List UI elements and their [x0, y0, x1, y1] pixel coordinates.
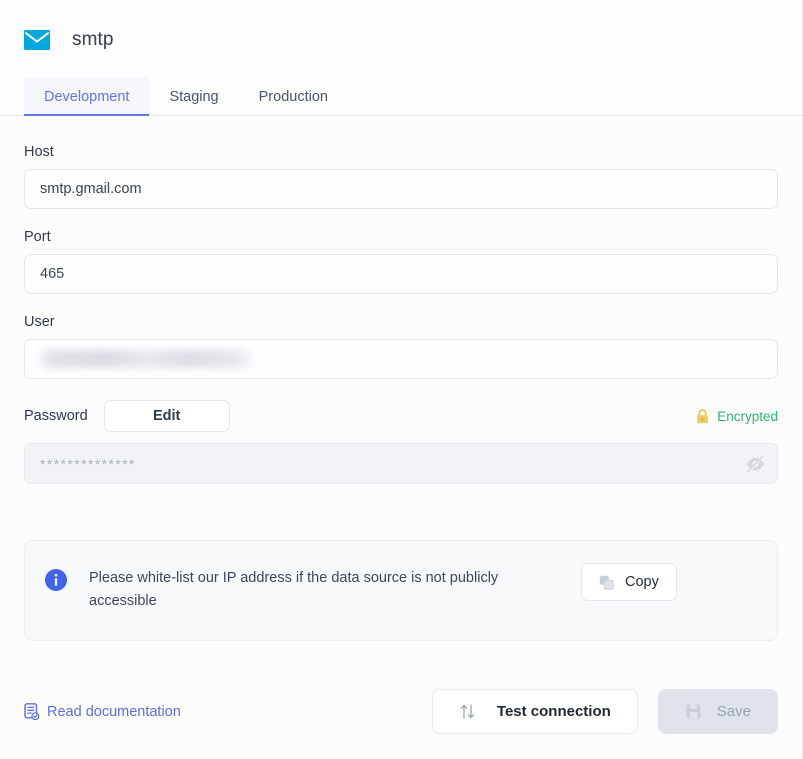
password-edit-button[interactable]: Edit	[104, 400, 230, 432]
copy-ip-button[interactable]: Copy	[581, 563, 677, 601]
password-label: Password	[24, 408, 88, 424]
banner-message: Please white-list our IP address if the …	[89, 567, 559, 614]
environment-tabs: Development Staging Production	[24, 77, 778, 116]
password-input[interactable]	[24, 443, 778, 484]
page-header: smtp Development Staging Production	[0, 0, 802, 116]
read-documentation-link[interactable]: Read documentation	[24, 703, 181, 720]
arrows-up-down-icon	[459, 703, 476, 720]
test-connection-button[interactable]: Test connection	[432, 689, 638, 734]
port-input[interactable]	[24, 254, 778, 294]
envelope-icon	[24, 30, 50, 50]
password-visibility-toggle[interactable]	[745, 453, 766, 474]
password-field-group: Password Edit Encrypted	[24, 399, 778, 484]
host-input[interactable]	[24, 169, 778, 209]
port-label: Port	[24, 229, 778, 245]
test-connection-label: Test connection	[497, 703, 611, 720]
password-input-wrapper	[24, 443, 778, 484]
copy-icon	[599, 575, 614, 590]
user-input-wrapper	[24, 339, 778, 379]
save-button-label: Save	[717, 703, 751, 720]
read-documentation-label: Read documentation	[47, 704, 181, 720]
port-field-group: Port	[24, 229, 778, 294]
settings-form: Host Port User Password Edit	[0, 116, 802, 759]
save-button[interactable]: Save	[658, 689, 778, 734]
floppy-disk-icon	[685, 703, 702, 720]
user-field-group: User	[24, 314, 778, 379]
document-check-icon	[24, 703, 39, 720]
info-circle-icon	[45, 567, 67, 596]
user-input[interactable]	[24, 339, 778, 379]
host-field-group: Host	[24, 144, 778, 209]
form-footer: Read documentation Test connection	[24, 667, 778, 759]
host-label: Host	[24, 144, 778, 160]
tab-production[interactable]: Production	[239, 77, 348, 116]
encrypted-badge: Encrypted	[696, 409, 778, 424]
password-header-row: Password Edit Encrypted	[24, 399, 778, 433]
tab-staging[interactable]: Staging	[149, 77, 238, 116]
tab-development[interactable]: Development	[24, 77, 149, 116]
title-row: smtp	[24, 20, 778, 60]
eye-off-icon	[745, 453, 766, 474]
encrypted-label: Encrypted	[717, 409, 778, 424]
page-title: smtp	[72, 29, 114, 51]
whitelist-info-banner: Please white-list our IP address if the …	[24, 540, 778, 641]
lock-icon	[696, 409, 709, 424]
footer-action-buttons: Test connection Save	[432, 689, 778, 734]
datasource-settings-page: smtp Development Staging Production Host…	[0, 0, 803, 759]
copy-button-label: Copy	[625, 574, 659, 590]
user-label: User	[24, 314, 778, 330]
